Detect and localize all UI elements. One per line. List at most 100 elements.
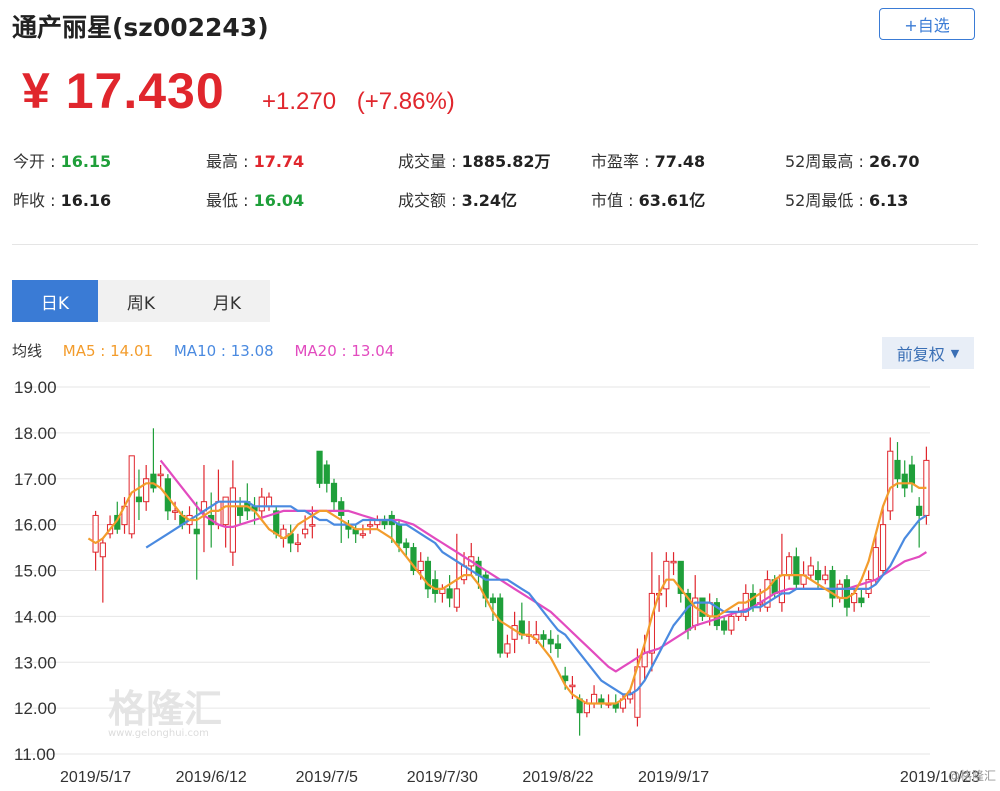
candle-body bbox=[670, 560, 677, 564]
stat-item: 最低 : 16.04 bbox=[206, 187, 304, 211]
candle-body bbox=[323, 464, 330, 484]
candle-body bbox=[157, 473, 164, 477]
y-tick-label: 17.00 bbox=[14, 470, 57, 489]
candle-body bbox=[721, 620, 728, 631]
stat-item: 最高 : 17.74 bbox=[206, 148, 304, 172]
candle-body bbox=[359, 533, 367, 536]
candle-body bbox=[872, 547, 879, 581]
candle-body bbox=[590, 693, 598, 705]
candle-body bbox=[99, 542, 106, 558]
stock-title: 通产丽星(sz002243) bbox=[12, 13, 269, 42]
y-tick-label: 18.00 bbox=[14, 424, 57, 443]
candle-body bbox=[417, 560, 424, 571]
candle-body bbox=[778, 574, 786, 604]
y-tick-label: 13.00 bbox=[14, 653, 57, 672]
candle-body bbox=[894, 459, 901, 480]
stat-value: 26.70 bbox=[868, 152, 920, 171]
stat-label: 市盈率 : bbox=[591, 152, 655, 171]
change-percent: (+7.86%) bbox=[356, 88, 455, 115]
candle-body bbox=[908, 464, 916, 484]
stat-label: 52周最低 : bbox=[785, 191, 869, 210]
stat-item: 成交额 : 3.24亿 bbox=[398, 187, 517, 211]
candle-body bbox=[453, 588, 460, 608]
candle-body bbox=[807, 565, 814, 576]
stat-value: 17.74 bbox=[253, 152, 305, 171]
candle-body bbox=[540, 634, 547, 640]
candle-body bbox=[316, 450, 323, 484]
y-tick-label: 11.00 bbox=[14, 745, 55, 764]
ma5-legend: MA5 : 14.01 bbox=[62, 342, 154, 360]
y-tick-label: 12.00 bbox=[14, 699, 57, 718]
stat-label: 最低 : bbox=[206, 191, 254, 210]
stat-item: 成交量 : 1885.82万 bbox=[398, 148, 550, 172]
stat-label: 市值 : bbox=[591, 191, 639, 210]
x-tick-label: 2019/9/17 bbox=[638, 769, 709, 786]
ma10-line bbox=[145, 500, 927, 696]
candle-body bbox=[92, 514, 99, 553]
candlestick-chart: 19.00 18.00 17.00 16.00 15.00 14.00 13.00 12.00… bbox=[14, 378, 996, 786]
price-adjust-dropdown[interactable]: 前复权 ▼ bbox=[882, 337, 974, 369]
stat-value: 16.04 bbox=[253, 191, 305, 210]
add-watchlist-button[interactable]: +自选 bbox=[879, 8, 975, 40]
stat-value: 16.15 bbox=[60, 152, 112, 171]
candle-body bbox=[135, 496, 143, 503]
tab-daily-k[interactable]: 日K bbox=[12, 280, 98, 322]
candle-body bbox=[489, 597, 497, 604]
period-tabs: 日K 周K 月K bbox=[12, 280, 270, 322]
chevron-down-icon: ▼ bbox=[950, 346, 960, 360]
candle-body bbox=[367, 524, 374, 527]
candle-body bbox=[728, 615, 735, 631]
candle-body bbox=[395, 524, 403, 544]
x-tick-label: 2019/7/5 bbox=[296, 769, 358, 786]
candle-body bbox=[901, 473, 908, 489]
tab-monthly-k[interactable]: 月K bbox=[184, 280, 270, 322]
stat-item: 今开 : 16.15 bbox=[13, 148, 111, 172]
adjust-label: 前复权 bbox=[896, 345, 945, 364]
x-tick-label: 2019/5/17 bbox=[60, 769, 131, 786]
stat-label: 昨收 : bbox=[13, 191, 61, 210]
watermark-url: www.gelonghui.com bbox=[108, 728, 209, 739]
corner-watermark: @格隆汇 bbox=[948, 768, 996, 783]
current-price: ¥ 17.430 bbox=[22, 63, 225, 119]
x-tick-label: 2019/7/30 bbox=[407, 769, 478, 786]
ma10-legend: MA10 : 13.08 bbox=[173, 342, 274, 360]
candle-body bbox=[554, 643, 562, 649]
x-tick-label: 2019/8/22 bbox=[522, 769, 593, 786]
stat-value: 1885.82万 bbox=[461, 152, 551, 171]
candle-body bbox=[446, 588, 453, 599]
candle-body bbox=[814, 570, 822, 581]
price-change: +1.270 (+7.86%) bbox=[262, 88, 469, 116]
candle-body bbox=[150, 473, 157, 489]
stat-label: 成交额 : bbox=[398, 191, 462, 210]
candle-body bbox=[742, 592, 749, 617]
stat-item: 市值 : 63.61亿 bbox=[591, 187, 705, 211]
ma-label: 均线 bbox=[12, 342, 43, 360]
candle-body bbox=[403, 542, 410, 549]
candle-body bbox=[879, 524, 887, 571]
candle-body bbox=[569, 684, 576, 688]
y-tick-label: 16.00 bbox=[14, 516, 57, 535]
change-amount: +1.270 bbox=[262, 88, 337, 115]
candle-body bbox=[330, 482, 338, 503]
candle-body bbox=[265, 496, 273, 507]
candle-body bbox=[193, 528, 200, 535]
watermark-logo: 格隆汇 bbox=[108, 687, 222, 731]
stat-value: 3.24亿 bbox=[461, 191, 518, 210]
stat-item: 市盈率 : 77.48 bbox=[591, 148, 705, 172]
stat-value: 6.13 bbox=[868, 191, 909, 210]
candle-body bbox=[858, 597, 865, 604]
candle-body bbox=[887, 450, 894, 512]
candle-body bbox=[504, 643, 511, 654]
candle-body bbox=[793, 556, 800, 585]
tab-weekly-k[interactable]: 周K bbox=[98, 280, 184, 322]
ma20-legend: MA20 : 13.04 bbox=[294, 342, 395, 360]
candle-body bbox=[916, 505, 923, 516]
candle-body bbox=[583, 703, 590, 714]
x-tick-label: 2019/6/12 bbox=[176, 769, 247, 786]
y-tick-label: 15.00 bbox=[14, 562, 57, 581]
candle-body bbox=[171, 510, 179, 513]
candle-body bbox=[143, 478, 150, 503]
stat-label: 最高 : bbox=[206, 152, 254, 171]
candle-body bbox=[786, 556, 793, 576]
y-tick-label: 14.00 bbox=[14, 607, 57, 626]
